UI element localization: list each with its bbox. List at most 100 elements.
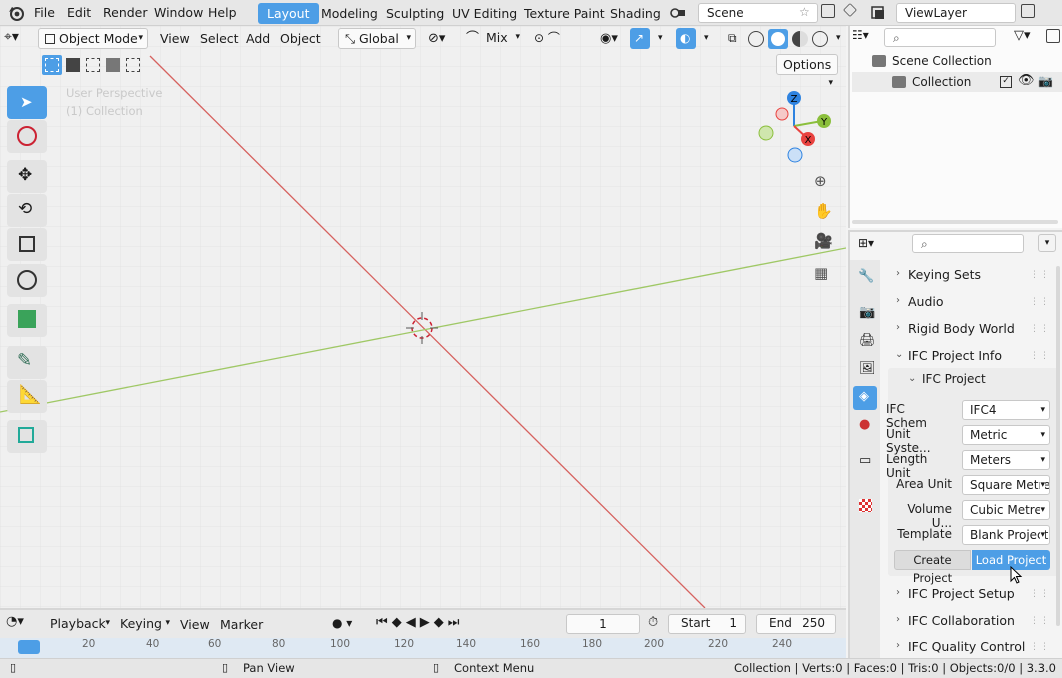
tab-shading[interactable]: Shading [601, 3, 670, 24]
playback-menu[interactable]: Playback ▾ [44, 614, 112, 634]
template-dropdown[interactable]: Blank Project ▾ [962, 525, 1050, 545]
end-frame-field[interactable]: End 250 [756, 614, 836, 634]
annotate-cube-tool-button[interactable] [7, 304, 47, 337]
gizmo-toggle-icon[interactable]: ↗ [630, 28, 650, 49]
new-view-layer-icon[interactable] [1021, 4, 1035, 18]
move-tool-button[interactable]: ✥ [7, 160, 47, 193]
play-icon[interactable]: ▶ [420, 615, 434, 630]
menu-help[interactable]: Help [202, 0, 243, 26]
navigation-gizmo[interactable]: Z Y X [752, 88, 836, 164]
ifc-collaboration-grip-icon[interactable]: ⋮⋮ [1030, 616, 1050, 626]
collection-checkbox[interactable]: ✓ [1000, 76, 1012, 88]
properties-search-input[interactable]: ⌕ [912, 234, 1024, 253]
timeline-ruler[interactable]: 20 40 60 80 100 120 140 160 180 200 220 … [0, 638, 846, 658]
overlay-dropdown-icon[interactable]: ▾ [698, 28, 715, 49]
ifc-quality-control-grip-icon[interactable]: ⋮⋮ [1030, 642, 1050, 652]
pan-hand-icon[interactable]: ✋ [814, 202, 833, 220]
audio-grip-icon[interactable]: ⋮⋮ [1030, 297, 1050, 307]
timeline-editor-icon[interactable]: ◔▾ [6, 614, 24, 629]
rendered-shading-icon[interactable] [812, 31, 828, 47]
ifc-project-setup-chevron-icon[interactable]: › [896, 587, 900, 598]
timeline-view-menu[interactable]: View [174, 614, 216, 635]
filter-icon[interactable]: ▽▾ [1014, 28, 1031, 43]
volume-unit-dropdown[interactable]: Cubic Metre ▾ [962, 500, 1050, 520]
tab-texture-paint[interactable]: Texture Paint [515, 3, 614, 24]
area-unit-dropdown[interactable]: Square Metre ▾ [962, 475, 1050, 495]
audio-header[interactable]: Audio [908, 294, 944, 309]
select-intersect-icon[interactable] [126, 58, 140, 72]
camera-icon[interactable]: 🎥 [814, 232, 833, 250]
select-tool-button[interactable]: ➤ [7, 86, 47, 119]
mode-dropdown[interactable]: Object Mode ▾ [38, 28, 148, 49]
rigid-body-chevron-icon[interactable]: › [896, 322, 900, 333]
snap-mode-dropdown[interactable]: Mix ▾ [480, 28, 522, 49]
viewport-menu-select[interactable]: Select [194, 28, 245, 49]
menu-edit[interactable]: Edit [61, 0, 97, 26]
add-cube-tool-button[interactable] [7, 420, 47, 453]
keying-menu[interactable]: Keying ▾ [114, 614, 172, 634]
stopwatch-icon[interactable]: ⏱ [648, 615, 658, 630]
cursor-tool-button[interactable] [7, 120, 47, 153]
overlay-toggle-icon[interactable]: ◐ [676, 28, 696, 49]
ifc-schema-dropdown[interactable]: IFC4 ▾ [962, 400, 1050, 420]
record-icon[interactable]: ● ▾ [332, 616, 352, 630]
pin-icon[interactable]: ☆ [799, 5, 810, 19]
menu-render[interactable]: Render [97, 0, 154, 26]
scale-tool-button[interactable] [7, 228, 47, 261]
ifc-collaboration-header[interactable]: IFC Collaboration [908, 613, 1015, 628]
select-extend-icon[interactable] [66, 58, 80, 72]
scene-tab-icon[interactable]: ◈ [853, 386, 877, 410]
texture-tab-icon[interactable] [853, 494, 877, 518]
tab-uv-editing[interactable]: UV Editing [443, 3, 526, 24]
ifc-project-info-grip-icon[interactable]: ⋮⋮ [1030, 351, 1050, 361]
keying-sets-grip-icon[interactable]: ⋮⋮ [1030, 270, 1050, 280]
ifc-project-subheader[interactable]: IFC Project [922, 372, 986, 386]
annotate-tool-button[interactable]: ✎ [7, 346, 47, 379]
scene-selector-icon[interactable] [668, 3, 688, 23]
audio-chevron-icon[interactable]: › [896, 295, 900, 306]
measure-tool-button[interactable]: 📐 [7, 380, 47, 413]
zoom-icon[interactable]: ⊕ [814, 172, 827, 190]
select-subtract-icon[interactable] [86, 58, 100, 72]
xray-toggle-icon[interactable]: ⧉ [722, 28, 743, 49]
proportional-edit-icon[interactable]: ⊙ ⌒ [528, 28, 566, 49]
select-new-icon[interactable] [42, 55, 62, 75]
viewport-menu-add[interactable]: Add [240, 28, 276, 49]
next-keyframe-icon[interactable]: ◆ [434, 615, 448, 630]
eye-icon[interactable]: 👁 [1018, 73, 1035, 88]
transform-tool-button[interactable] [7, 264, 47, 297]
options-dropdown[interactable]: Options ▾ [776, 54, 838, 88]
menu-file[interactable]: File [28, 0, 61, 26]
wireframe-shading-icon[interactable] [748, 31, 764, 47]
start-frame-field[interactable]: Start 1 [668, 614, 746, 634]
view-layer-icon[interactable] [869, 3, 889, 23]
output-tab-icon[interactable]: 🖨 [853, 330, 877, 354]
keying-sets-header[interactable]: Keying Sets [908, 267, 981, 282]
properties-scrollbar[interactable] [1056, 266, 1060, 626]
select-invert-icon[interactable] [106, 58, 120, 72]
visibility-icon[interactable]: ◉▾ [594, 28, 624, 49]
create-project-button[interactable]: Create Project [894, 550, 971, 585]
perspective-grid-icon[interactable]: ▦ [814, 264, 828, 282]
material-shading-icon[interactable] [792, 31, 808, 47]
tab-modeling[interactable]: Modeling [312, 3, 387, 24]
ifc-collaboration-chevron-icon[interactable]: › [896, 614, 900, 625]
ifc-project-setup-header[interactable]: IFC Project Setup [908, 586, 1015, 601]
render-tab-icon[interactable]: 📷 [853, 302, 877, 326]
timeline-marker-menu[interactable]: Marker [214, 614, 269, 635]
blender-logo-icon[interactable] [7, 4, 25, 22]
remove-scene-icon[interactable] [843, 3, 857, 17]
tool-tab-icon[interactable]: 🔧 [853, 266, 877, 290]
viewport-menu-object[interactable]: Object [274, 28, 327, 49]
outliner-scrollbar[interactable] [852, 220, 1058, 224]
ifc-project-setup-grip-icon[interactable]: ⋮⋮ [1030, 589, 1050, 599]
collection-tab-icon[interactable]: ▭ [853, 450, 877, 474]
3d-viewport[interactable]: ⌖▾ Object Mode ▾ View Select Add Object ⤡… [0, 26, 846, 608]
render-camera-icon[interactable]: 📷 [1038, 74, 1053, 88]
scene-collection-label[interactable]: Scene Collection [892, 54, 992, 68]
solid-shading-icon[interactable] [768, 29, 788, 49]
keying-sets-chevron-icon[interactable]: › [896, 268, 900, 279]
tab-layout[interactable]: Layout [258, 3, 319, 24]
ifc-project-chevron-icon[interactable]: ⌄ [908, 373, 916, 384]
outliner-editor-icon[interactable]: ☷▾ [852, 28, 870, 48]
